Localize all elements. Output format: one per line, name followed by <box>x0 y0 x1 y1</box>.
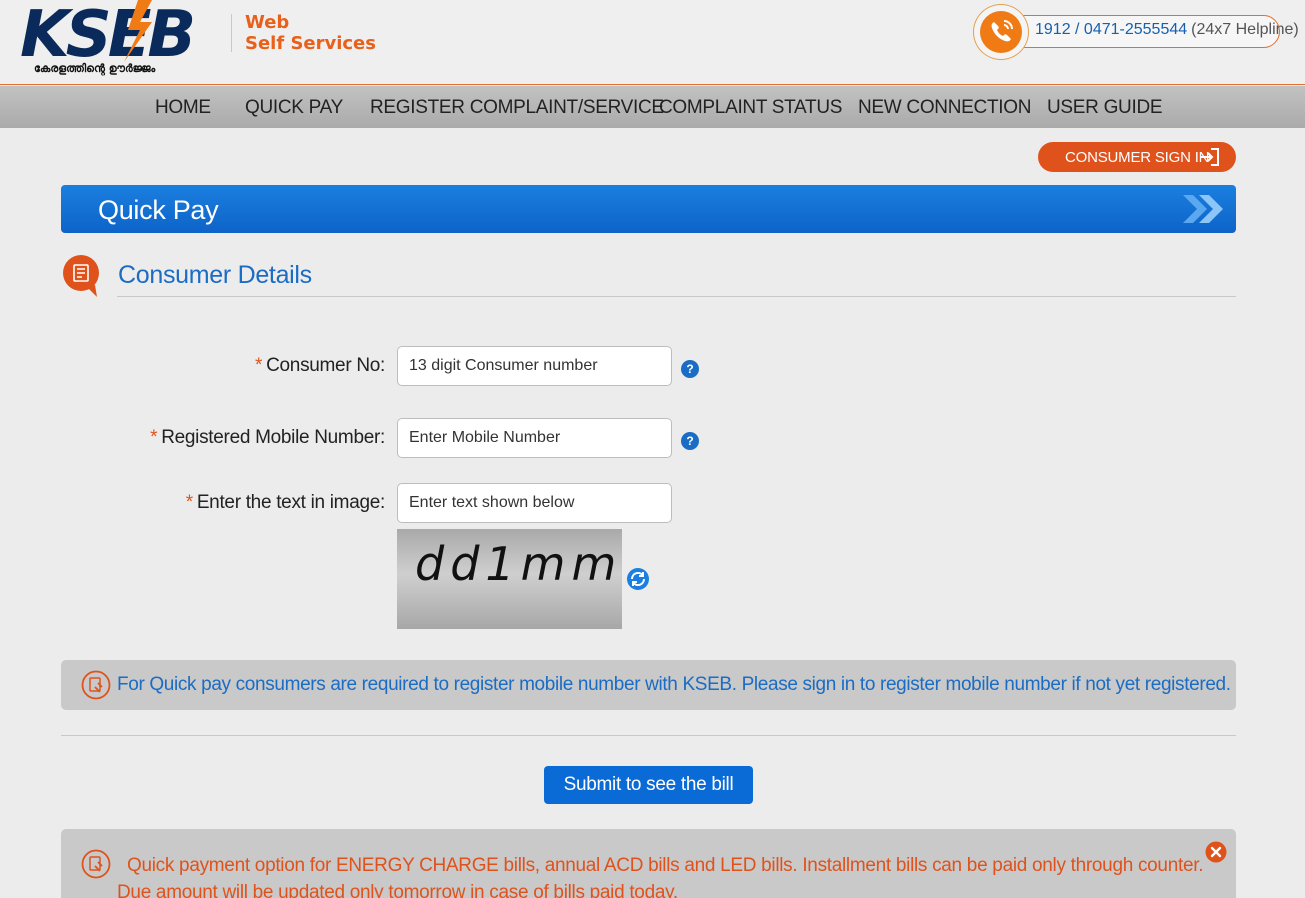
mobile-label: * Registered Mobile Number: <box>150 427 385 449</box>
info-text: For Quick pay consumers are required to … <box>117 674 1231 695</box>
phone-icon <box>973 4 1029 60</box>
nav-complaint-status[interactable]: COMPLAINT STATUS <box>659 97 842 119</box>
self-services-label: Self Services <box>245 33 376 54</box>
nav-register-complaint[interactable]: REGISTER COMPLAINT/SERVICE <box>370 97 664 119</box>
site-header: KSEB കേരളത്തിന്റെ ഊർജ്ജം Web Self Servic… <box>0 0 1305 85</box>
helpline[interactable]: 1912 / 0471-2555544 (24x7 Helpline) <box>973 4 1299 60</box>
main-nav: HOME QUICK PAY REGISTER COMPLAINT/SERVIC… <box>0 86 1305 128</box>
nav-quick-pay[interactable]: QUICK PAY <box>245 97 343 119</box>
consumer-no-label: * Consumer No: <box>255 355 385 377</box>
sign-in-icon <box>1201 148 1219 166</box>
notice-text: Quick payment option for ENERGY CHARGE b… <box>117 855 1204 898</box>
nav-home[interactable]: HOME <box>155 97 211 119</box>
nav-user-guide[interactable]: USER GUIDE <box>1047 97 1163 119</box>
submit-button[interactable]: Submit to see the bill <box>544 766 753 804</box>
refresh-icon[interactable] <box>626 567 650 591</box>
quick-pay-banner: Quick Pay <box>61 185 1236 233</box>
helpline-text: 1912 / 0471-2555544 (24x7 Helpline) <box>1035 21 1299 39</box>
notice-icon <box>81 849 111 879</box>
consumer-no-label-text: Consumer No: <box>266 355 385 376</box>
required-marker: * <box>185 492 193 513</box>
consumer-details-icon <box>63 255 99 297</box>
kseb-logo-mark: KSEB കേരളത്തിന്റെ ഊർജ്ജം <box>20 0 196 76</box>
helpline-note: (24x7 Helpline) <box>1191 21 1299 38</box>
mobile-label-text: Registered Mobile Number: <box>161 427 385 448</box>
kseb-logo[interactable]: KSEB കേരളത്തിന്റെ ഊർജ്ജം <box>20 0 220 80</box>
mobile-registration-info: For Quick pay consumers are required to … <box>61 660 1236 710</box>
help-icon[interactable]: ? <box>681 360 699 378</box>
logo-tagline: കേരളത്തിന്റെ ഊർജ്ജം <box>34 62 156 76</box>
help-icon[interactable]: ? <box>681 432 699 450</box>
captcha-label-text: Enter the text in image: <box>196 492 385 513</box>
info-icon <box>81 670 111 700</box>
captcha-image-text: dd1mm <box>415 537 622 591</box>
required-marker: * <box>255 355 263 376</box>
close-icon[interactable] <box>1205 841 1227 863</box>
logo-divider <box>231 14 232 52</box>
consumer-sign-in-button[interactable]: CONSUMER SIGN IN <box>1038 142 1236 172</box>
payment-notice: Quick payment option for ENERGY CHARGE b… <box>61 829 1236 898</box>
double-chevron-icon <box>1183 195 1223 223</box>
required-marker: * <box>150 427 158 448</box>
section-title: Consumer Details <box>118 261 312 289</box>
mobile-number-input[interactable] <box>397 418 672 458</box>
web-label: Web <box>245 12 290 33</box>
captcha-input[interactable] <box>397 483 672 523</box>
captcha-image: dd1mm <box>397 529 622 629</box>
form-divider <box>61 735 1236 736</box>
nav-new-connection[interactable]: NEW CONNECTION <box>858 97 1031 119</box>
captcha-label: * Enter the text in image: <box>185 492 386 514</box>
section-divider <box>117 296 1236 297</box>
page-title: Quick Pay <box>98 195 219 225</box>
web-self-services-label: Web Self Services <box>245 12 376 54</box>
consumer-sign-in-label: CONSUMER SIGN IN <box>1065 149 1210 166</box>
helpline-number[interactable]: 1912 / 0471-2555544 <box>1035 21 1187 38</box>
consumer-no-input[interactable] <box>397 346 672 386</box>
